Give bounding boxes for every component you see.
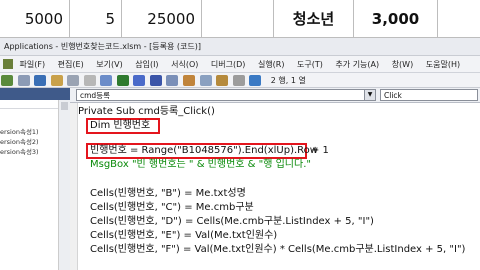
toolbar: 2 행, 1 열 (0, 73, 480, 88)
code-line-cells-c: Cells(빈행번호, "C") = Me.cmb구분 (90, 202, 254, 213)
code-line-cells-b: Cells(빈행번호, "B") = Me.txt성명 (90, 188, 246, 199)
chevron-down-icon[interactable]: ▼ (364, 90, 375, 100)
menu-bar: 파일(F) 편집(E) 보기(V) 삽입(I) 서식(O) 디버그(D) 실행(… (0, 56, 480, 73)
procedure-combo-value: Click (384, 91, 402, 100)
paste-icon[interactable] (83, 75, 96, 86)
window-title: Applications - 빈행번호찾는코드.xlsm - [등록용 (코드)… (4, 42, 201, 51)
cell-category[interactable]: 청소년 (274, 0, 354, 38)
code-line-cells-e: Cells(빈행번호, "E") = Val(Me.txt인원수) (90, 230, 278, 241)
code-editor[interactable]: Private Sub cmd등록_Click() Dim 빈행번호 빈행번호 … (70, 103, 480, 270)
project-explorer-panel: ersion속성1) ersion속성2) ersion속성3) (0, 88, 70, 270)
cell-count[interactable]: 5 (70, 0, 122, 38)
save-icon[interactable] (34, 75, 47, 86)
code-line-range-suffix: + 1 (311, 145, 329, 156)
tree-item[interactable]: ersion속성2) (0, 138, 39, 147)
excel-view-icon[interactable] (1, 75, 13, 86)
cut-icon[interactable] (50, 75, 63, 86)
menu-help[interactable]: 도움말(H) (426, 56, 460, 72)
menu-run[interactable]: 실행(R) (258, 56, 285, 72)
object-combo-value: cmd등록 (80, 91, 110, 100)
object-browser-icon[interactable] (216, 75, 229, 86)
cell-total[interactable]: 25000 (122, 0, 202, 38)
code-gutter (70, 103, 78, 270)
cell-price[interactable]: 5000 (0, 0, 70, 38)
stop-icon[interactable] (149, 75, 162, 86)
menu-tools[interactable]: 도구(T) (297, 56, 323, 72)
run-icon[interactable] (116, 75, 129, 86)
object-combo[interactable]: cmd등록 ▼ (76, 89, 376, 101)
menu-insert[interactable]: 삽입(I) (135, 56, 158, 72)
tree-item[interactable]: ersion속성1) (0, 128, 39, 137)
menu-window[interactable]: 창(W) (392, 56, 414, 72)
code-line-dim: Dim 빈행번호 (90, 120, 151, 131)
find-icon[interactable] (100, 75, 113, 86)
menu-view[interactable]: 보기(V) (96, 56, 122, 72)
tree-item[interactable]: ersion속성3) (0, 148, 39, 157)
menu-debug[interactable]: 디버그(D) (211, 56, 245, 72)
help-icon[interactable] (249, 75, 262, 86)
excel-icon[interactable] (3, 59, 13, 69)
cell-fee[interactable]: 3,000 (354, 0, 438, 38)
properties-icon[interactable] (199, 75, 212, 86)
design-mode-icon[interactable] (166, 75, 179, 86)
toolbox-icon[interactable] (232, 75, 245, 86)
menu-format[interactable]: 서식(O) (171, 56, 198, 72)
code-line-cells-f: Cells(빈행번호, "F") = Val(Me.txt인원수) * Cell… (90, 244, 466, 255)
insert-icon[interactable] (17, 75, 30, 86)
cell-empty-2[interactable] (438, 0, 480, 38)
code-line-sub: Private Sub cmd등록_Click() (78, 106, 215, 117)
tree-divider (0, 108, 58, 109)
copy-icon[interactable] (67, 75, 80, 86)
pause-icon[interactable] (133, 75, 146, 86)
menu-addins[interactable]: 추가 기능(A) (335, 56, 379, 72)
excel-sheet-row: 5000 5 25000 청소년 3,000 (0, 0, 480, 38)
code-line-cells-d: Cells(빈행번호, "D") = Cells(Me.cmb구분.ListIn… (90, 216, 374, 227)
cursor-position: 2 행, 1 열 (270, 76, 306, 85)
project-tree-scrollbar[interactable] (58, 100, 70, 270)
code-line-msgbox: MsgBox "빈 행번호는 " & 빈행번호 & "행 입니다." (90, 159, 311, 170)
project-tree: ersion속성1) ersion속성2) ersion속성3) (0, 100, 58, 270)
cell-empty[interactable] (202, 0, 274, 38)
procedure-combo[interactable]: Click (380, 89, 478, 101)
project-explorer-icon[interactable] (183, 75, 196, 86)
code-line-range: 빈행번호 = Range("B1048576").End(xlUp).Row (90, 145, 318, 156)
menu-edit[interactable]: 편집(E) (58, 56, 84, 72)
scroll-up-icon[interactable] (61, 102, 68, 110)
window-title-bar: Applications - 빈행번호찾는코드.xlsm - [등록용 (코드)… (0, 38, 480, 56)
code-combo-bar: cmd등록 ▼ Click (70, 88, 480, 103)
menu-file[interactable]: 파일(F) (20, 56, 46, 72)
project-panel-header (0, 88, 70, 100)
